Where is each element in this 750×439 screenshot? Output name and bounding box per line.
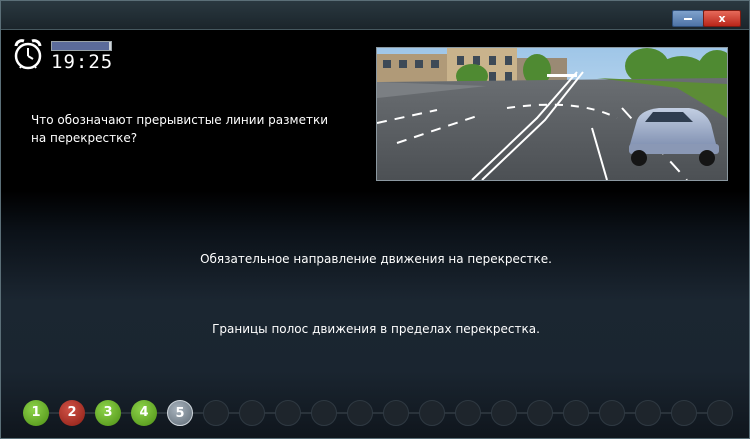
countdown-timer: 19:25: [51, 51, 114, 73]
app-window: x 19:25 Что обозначают прерывистые линии…: [0, 0, 750, 439]
close-button[interactable]: x: [703, 10, 741, 27]
minimize-button[interactable]: [672, 10, 704, 27]
question-nav-dot[interactable]: [311, 400, 337, 426]
question-nav-dot[interactable]: [527, 400, 553, 426]
question-text: Что обозначают прерывистые линии разметк…: [31, 113, 329, 145]
question-nav-dot[interactable]: [239, 400, 265, 426]
answer-option-1[interactable]: Обязательное направление движения на пер…: [1, 252, 750, 266]
question-nav-dot[interactable]: 1: [23, 400, 49, 426]
question-navigation: 12345: [23, 400, 735, 426]
alarm-clock-icon: [14, 39, 42, 70]
question-image: [376, 47, 728, 181]
question-nav-dot[interactable]: [203, 400, 229, 426]
question-nav-dot[interactable]: 4: [131, 400, 157, 426]
question-nav-dot[interactable]: 2: [59, 400, 85, 426]
question-nav-dot[interactable]: 5: [167, 400, 193, 426]
question-nav-dot[interactable]: [671, 400, 697, 426]
question-nav-dot[interactable]: [707, 400, 733, 426]
time-progress-fill: [52, 42, 110, 50]
question-nav-dot[interactable]: [383, 400, 409, 426]
answer-option-2[interactable]: Границы полос движения в пределах перекр…: [1, 322, 750, 336]
time-progress-bar: [51, 41, 112, 51]
question-nav-dot[interactable]: [491, 400, 517, 426]
question-nav-dot[interactable]: [563, 400, 589, 426]
question-nav-dot[interactable]: [635, 400, 661, 426]
question-nav-dot[interactable]: 3: [95, 400, 121, 426]
question-nav-dot[interactable]: [419, 400, 445, 426]
question-nav-dot[interactable]: [599, 400, 625, 426]
question-nav-dot[interactable]: [275, 400, 301, 426]
question-nav-dot[interactable]: [455, 400, 481, 426]
title-bar: x: [1, 1, 749, 30]
question-nav-dot[interactable]: [347, 400, 373, 426]
